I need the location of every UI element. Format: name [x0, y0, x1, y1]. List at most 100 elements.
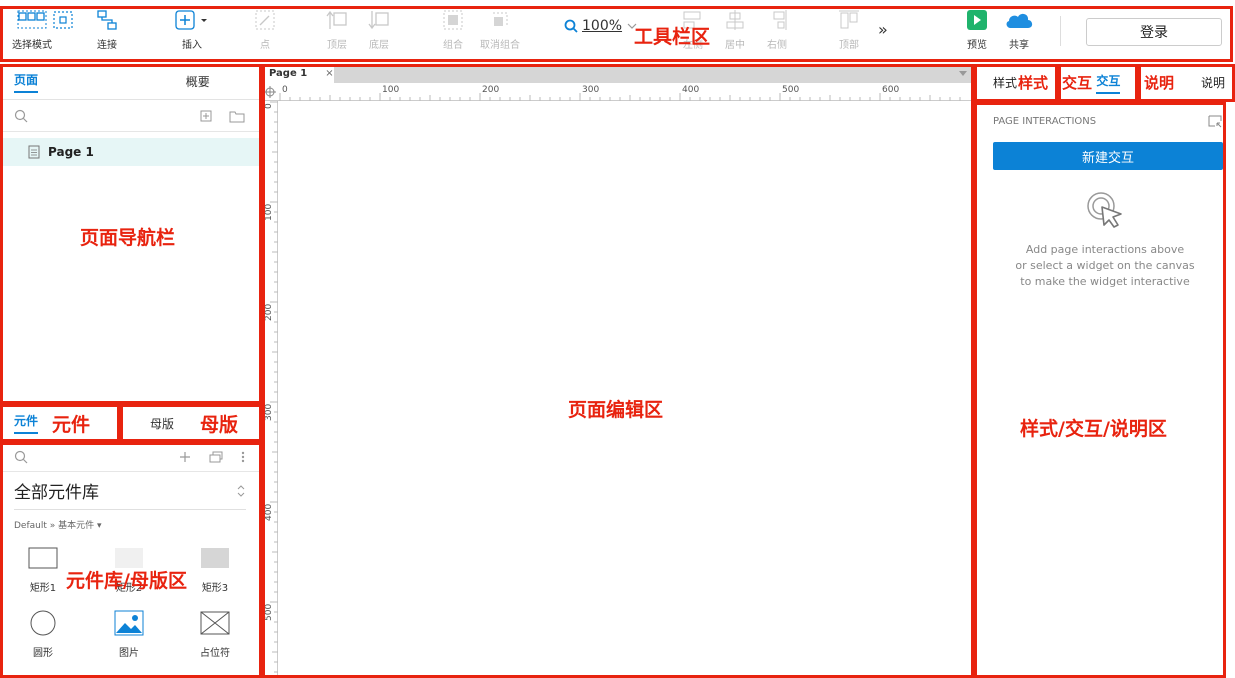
empty-state-line: to make the widget interactive — [1020, 275, 1190, 288]
search-icon[interactable] — [14, 109, 28, 123]
select-mode-label: 选择模式 — [12, 40, 52, 51]
ruler-label: 400 — [682, 85, 700, 95]
canvas-area[interactable]: Page 1 × 0 100 200 300 400 500 600 0 100… — [262, 64, 972, 678]
preview-button[interactable]: 预览 — [966, 8, 988, 51]
ruler-label: 100 — [264, 203, 274, 221]
placeholder-icon — [200, 608, 230, 638]
annotation-label-widgets: 元件 — [52, 414, 91, 436]
more-vertical-icon[interactable] — [240, 450, 246, 464]
cursor-click-icon — [975, 190, 1235, 230]
preview-label: 预览 — [967, 40, 987, 51]
close-icon[interactable]: × — [325, 68, 333, 79]
align-right-label: 右侧 — [767, 40, 787, 51]
annotation-label-page-nav: 页面导航栏 — [80, 227, 176, 249]
page-interactions-header: PAGE INTERACTIONS — [975, 102, 1235, 128]
tab-dropdown-icon[interactable] — [958, 70, 968, 78]
image-icon — [114, 608, 144, 638]
circle-icon — [28, 608, 58, 638]
widget-label: 圆形 — [33, 648, 53, 659]
ruler-label: 200 — [264, 303, 274, 321]
connect-button[interactable]: 连接 — [96, 8, 118, 51]
widget-label: 矩形1 — [29, 583, 57, 594]
ruler-label: 200 — [482, 85, 500, 95]
left-panel-tabs: 页面 概要 — [0, 64, 259, 100]
page-list-item[interactable]: Page 1 — [0, 138, 259, 166]
empty-state-text: Add page interactions above or select a … — [975, 242, 1235, 290]
add-folder-icon[interactable] — [229, 109, 245, 123]
bottom-layer-label: 底层 — [369, 40, 389, 51]
tab-outline[interactable]: 概要 — [137, 64, 260, 99]
top-layer-button[interactable]: 顶层 — [326, 8, 348, 51]
more-tools-label: » — [878, 20, 888, 39]
select-contained-button[interactable] — [52, 8, 74, 32]
align-right-button[interactable]: 右侧 — [766, 8, 788, 51]
library-select[interactable]: 全部元件库 — [14, 472, 246, 510]
widget-placeholder[interactable]: 占位符 — [172, 608, 258, 659]
ruler-label: 300 — [264, 403, 274, 421]
share-button[interactable]: 共享 — [1003, 8, 1035, 51]
zoom-value[interactable]: 100% — [582, 18, 622, 34]
tab-widgets-label: 元件 — [14, 412, 39, 434]
library-select-value: 全部元件库 — [14, 483, 99, 503]
play-icon — [966, 8, 988, 32]
select-mode-button[interactable]: 选择模式 — [12, 8, 52, 51]
ruler-label: 0 — [282, 85, 288, 95]
horizontal-ruler: 0 100 200 300 400 500 600 — [262, 83, 972, 101]
cloud-icon — [1003, 8, 1035, 32]
widget-image[interactable]: 图片 — [86, 608, 172, 659]
insert-label: 插入 — [182, 40, 202, 51]
ruler-label: 100 — [382, 85, 400, 95]
canvas-tab-label: Page 1 — [269, 68, 308, 79]
search-icon[interactable] — [14, 450, 28, 464]
empty-state-line: Add page interactions above — [1025, 243, 1185, 256]
add-library-icon[interactable] — [178, 450, 192, 464]
vertical-ruler: 0 100 200 300 400 500 — [262, 101, 278, 678]
align-center-button[interactable]: 居中 — [724, 8, 746, 51]
tab-notes-label: 说明 — [1200, 76, 1225, 90]
library-path[interactable]: Default » 基本元件 ▾ — [0, 510, 260, 539]
add-page-icon[interactable] — [199, 109, 213, 123]
zoom-control[interactable]: 100% — [564, 18, 638, 34]
ruler-ticks — [279, 93, 961, 101]
point-label: 点 — [260, 40, 270, 51]
tab-page-1[interactable]: Page 1 × — [262, 64, 334, 83]
ruler-label: 600 — [882, 85, 900, 95]
login-button[interactable]: 登录 — [1086, 18, 1222, 46]
widget-library-panel: 全部元件库 Default » 基本元件 ▾ 矩形1 矩形2 矩形3 圆形 图片… — [0, 442, 260, 678]
tab-masters[interactable]: 母版 — [120, 404, 260, 442]
toolbar-divider — [1060, 16, 1061, 46]
annotation-label-canvas: 页面编辑区 — [568, 399, 664, 421]
align-center-label: 居中 — [725, 40, 745, 51]
insert-button[interactable]: 插入 — [174, 8, 210, 51]
widget-label: 图片 — [119, 648, 139, 659]
tab-masters-label: 母版 — [150, 416, 175, 431]
group-button[interactable]: 组合 — [442, 8, 464, 51]
bottom-layer-button[interactable]: 底层 — [368, 8, 390, 51]
tab-pages[interactable]: 页面 — [0, 64, 137, 99]
annotation-label-style: 样式 — [1018, 74, 1049, 92]
annotation-label-right-panel: 样式/交互/说明区 — [1020, 418, 1167, 440]
widget-label: 占位符 — [200, 648, 230, 659]
new-interaction-button[interactable]: 新建交互 — [993, 142, 1223, 170]
point-button[interactable]: 点 — [254, 8, 276, 51]
ruler-label: 300 — [582, 85, 600, 95]
annotation-label-toolbar: 工具栏区 — [634, 26, 711, 48]
point-icon — [254, 8, 276, 32]
inspector-tabs: 样式 交互 说明 — [975, 64, 1235, 102]
library-options-icon[interactable] — [208, 450, 224, 464]
zoom-icon — [564, 19, 578, 33]
more-tools-button[interactable]: » — [878, 20, 888, 39]
ungroup-label: 取消组合 — [480, 40, 520, 51]
ungroup-button[interactable]: 取消组合 — [480, 8, 520, 51]
ungroup-icon — [489, 8, 511, 32]
page-icon — [28, 145, 40, 159]
select-contained-icon — [52, 8, 74, 32]
collapse-panel-icon[interactable] — [1207, 114, 1223, 128]
page-search-row — [0, 100, 259, 132]
annotation-label-notes: 说明 — [1144, 74, 1175, 92]
widget-circle[interactable]: 圆形 — [0, 608, 86, 659]
ruler-label: 400 — [264, 503, 274, 521]
page-item-label: Page 1 — [48, 145, 94, 159]
annotation-label-library: 元件库/母版区 — [66, 570, 187, 592]
align-top-button[interactable]: 顶部 — [838, 8, 860, 51]
